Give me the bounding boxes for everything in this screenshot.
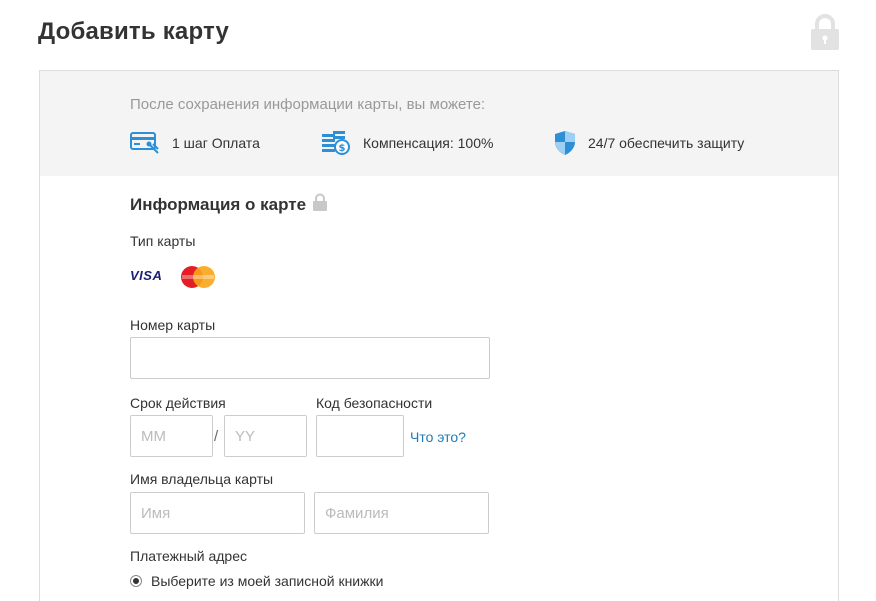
expiry-year-input[interactable] bbox=[224, 415, 307, 457]
expiry-label: Срок действия bbox=[130, 395, 226, 411]
benefit-one-step-payment: 1 шаг Оплата bbox=[130, 130, 260, 156]
shield-icon bbox=[554, 130, 576, 156]
card-number-label: Номер карты bbox=[130, 317, 216, 333]
card-info-title-text: Информация о карте bbox=[130, 194, 307, 214]
benefits-intro: После сохранения информации карты, вы мо… bbox=[130, 96, 486, 113]
lock-icon bbox=[810, 13, 840, 51]
first-name-input[interactable] bbox=[130, 492, 305, 534]
last-name-input[interactable] bbox=[314, 492, 489, 534]
whats-this-link[interactable]: Что это? bbox=[410, 429, 466, 445]
security-code-input[interactable] bbox=[316, 415, 404, 457]
billing-option-label: Выберите из моей записной книжки bbox=[151, 573, 384, 589]
benefit-label: 24/7 обеспечить защиту bbox=[588, 135, 745, 151]
card-type-label: Тип карты bbox=[130, 233, 196, 249]
card-number-input[interactable] bbox=[130, 337, 490, 379]
add-card-panel: После сохранения информации карты, вы мо… bbox=[39, 70, 839, 601]
benefit-label: Компенсация: 100% bbox=[363, 135, 494, 151]
benefit-label: 1 шаг Оплата bbox=[172, 135, 260, 151]
card-info-title: Информация о карте bbox=[130, 193, 328, 216]
svg-text:$: $ bbox=[339, 143, 346, 154]
page-title: Добавить карту bbox=[38, 18, 230, 45]
coins-compensation-icon: $ bbox=[321, 130, 351, 156]
expiry-month-input[interactable] bbox=[130, 415, 213, 457]
billing-option-address-book[interactable]: Выберите из моей записной книжки bbox=[130, 573, 383, 589]
mastercard-logo[interactable] bbox=[178, 264, 218, 295]
lock-icon bbox=[312, 193, 328, 216]
visa-logo[interactable]: VISA bbox=[130, 268, 162, 283]
billing-address-label: Платежный адрес bbox=[130, 548, 247, 564]
benefit-compensation: $ Компенсация: 100% bbox=[321, 130, 493, 156]
expiry-separator: / bbox=[214, 428, 219, 445]
security-code-label: Код безопасности bbox=[316, 395, 433, 411]
radio-button-selected[interactable] bbox=[130, 575, 142, 587]
benefit-protection: 24/7 обеспечить защиту bbox=[554, 130, 744, 156]
benefits-banner: После сохранения информации карты, вы мо… bbox=[40, 71, 838, 176]
cardholder-name-label: Имя владельца карты bbox=[130, 471, 274, 487]
card-payment-icon bbox=[130, 130, 160, 156]
